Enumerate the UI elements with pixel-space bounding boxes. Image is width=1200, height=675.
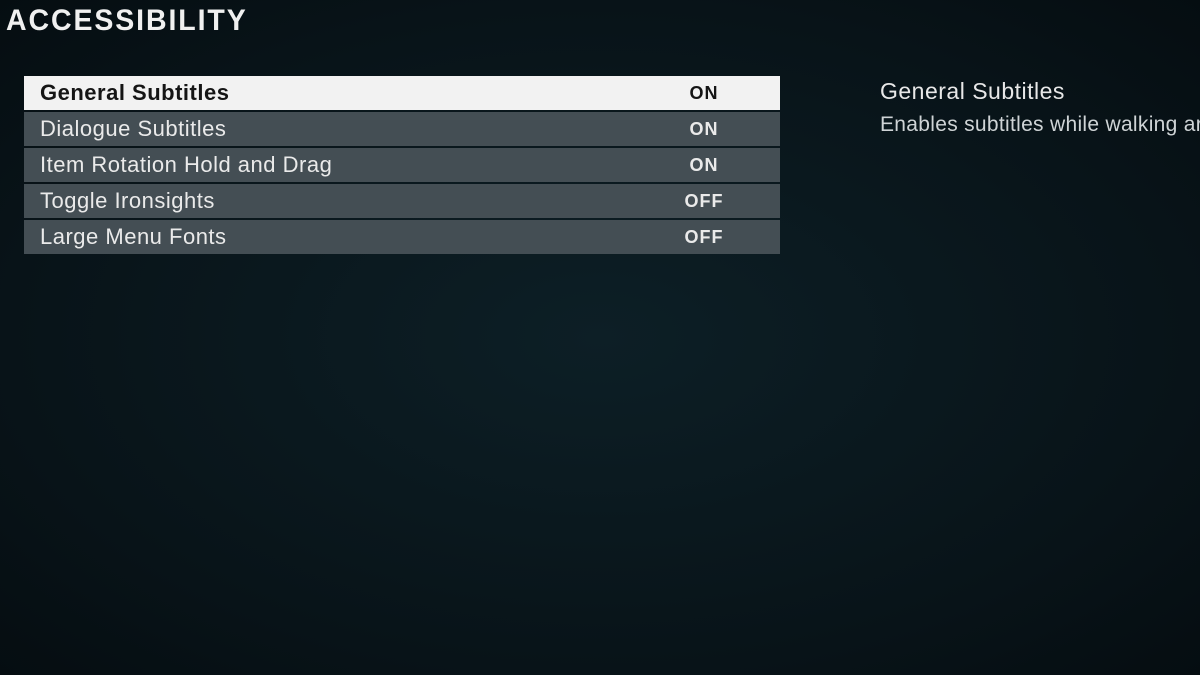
- option-value[interactable]: ON: [644, 83, 764, 104]
- option-value[interactable]: OFF: [644, 191, 764, 212]
- settings-list: General Subtitles ON Dialogue Subtitles …: [24, 76, 780, 256]
- option-value[interactable]: ON: [644, 155, 764, 176]
- option-value[interactable]: OFF: [644, 227, 764, 248]
- option-label: Dialogue Subtitles: [40, 116, 644, 142]
- option-label: General Subtitles: [40, 80, 644, 106]
- option-dialogue-subtitles[interactable]: Dialogue Subtitles ON: [24, 112, 780, 146]
- detail-title: General Subtitles: [880, 78, 1200, 105]
- option-label: Item Rotation Hold and Drag: [40, 152, 644, 178]
- option-general-subtitles[interactable]: General Subtitles ON: [24, 76, 780, 110]
- option-large-menu-fonts[interactable]: Large Menu Fonts OFF: [24, 220, 780, 254]
- option-label: Toggle Ironsights: [40, 188, 644, 214]
- option-label: Large Menu Fonts: [40, 224, 644, 250]
- detail-description: Enables subtitles while walking aro: [880, 113, 1200, 137]
- option-value[interactable]: ON: [644, 119, 764, 140]
- option-item-rotation[interactable]: Item Rotation Hold and Drag ON: [24, 148, 780, 182]
- detail-panel: General Subtitles Enables subtitles whil…: [880, 78, 1200, 137]
- screen-title: ACCESSIBILITY: [6, 4, 248, 38]
- option-toggle-ironsights[interactable]: Toggle Ironsights OFF: [24, 184, 780, 218]
